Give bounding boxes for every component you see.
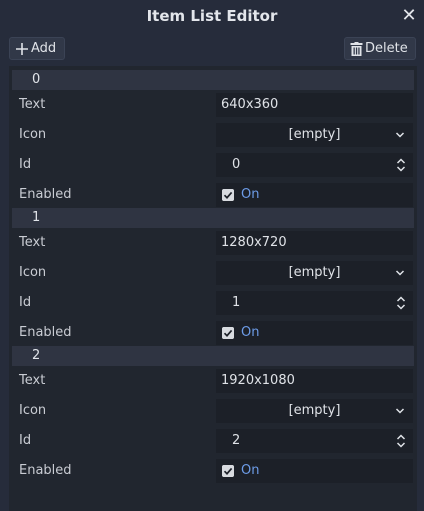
item-list-panel: 0 Text 640x360 Icon [empty] Id 0 Enabled… (9, 66, 417, 511)
icon-label: Icon (19, 265, 47, 280)
item-2-icon-value: [empty] (288, 403, 341, 418)
item-0-id-value: 0 (232, 157, 241, 172)
item-0-icon-value: [empty] (288, 127, 341, 142)
item-1-header[interactable]: 1 (12, 208, 414, 228)
icon-label: Icon (19, 403, 47, 418)
item-1-id-spinbox[interactable]: 1 (216, 291, 413, 315)
item-0-enabled-checkbox[interactable]: On (216, 183, 413, 207)
item-1-icon-row: Icon [empty] (9, 258, 417, 288)
item-1-enabled-checkbox[interactable]: On (216, 321, 413, 345)
item-2-enabled-checkbox[interactable]: On (216, 459, 413, 483)
chevron-down-icon (395, 270, 405, 276)
item-0-text-input[interactable]: 640x360 (216, 93, 413, 117)
icon-label: Icon (19, 127, 47, 142)
enabled-label: Enabled (19, 325, 72, 340)
item-1-id-value: 1 (232, 295, 241, 310)
id-label: Id (19, 157, 32, 172)
trash-icon (350, 41, 363, 56)
item-2-icon-row: Icon [empty] (9, 396, 417, 426)
checkbox-icon (222, 189, 234, 201)
window-title: Item List Editor (146, 7, 278, 25)
item-1-text-row: Text 1280x720 (9, 228, 417, 258)
item-2-text-row: Text 1920x1080 (9, 366, 417, 396)
add-button-label: Add (31, 41, 57, 56)
item-2-icon-select[interactable]: [empty] (216, 399, 413, 423)
chevron-down-icon (395, 408, 405, 414)
spinner-arrows-icon[interactable] (396, 157, 406, 173)
chevron-down-icon (395, 132, 405, 138)
close-icon[interactable]: ✕ (400, 6, 418, 26)
item-0-header[interactable]: 0 (12, 70, 414, 90)
id-label: Id (19, 433, 32, 448)
item-0-icon-select[interactable]: [empty] (216, 123, 413, 147)
item-0-enabled-value: On (241, 187, 260, 202)
item-0-id-spinbox[interactable]: 0 (216, 153, 413, 177)
plus-icon (16, 42, 28, 55)
delete-button[interactable]: Delete (344, 37, 416, 60)
spinner-arrows-icon[interactable] (396, 295, 406, 311)
item-2-id-value: 2 (232, 433, 241, 448)
item-2-header[interactable]: 2 (12, 346, 414, 366)
item-1-icon-select[interactable]: [empty] (216, 261, 413, 285)
item-1-text-input[interactable]: 1280x720 (216, 231, 413, 255)
enabled-label: Enabled (19, 187, 72, 202)
item-0-id-row: Id 0 (9, 150, 417, 180)
item-1-icon-value: [empty] (288, 265, 341, 280)
item-list-editor-window: Item List Editor ✕ Add Delete 0 Text 640… (0, 0, 424, 511)
item-0-text-row: Text 640x360 (9, 90, 417, 120)
text-label: Text (19, 235, 46, 250)
item-2-text-input[interactable]: 1920x1080 (216, 369, 413, 393)
item-1-id-row: Id 1 (9, 288, 417, 318)
item-2-id-spinbox[interactable]: 2 (216, 429, 413, 453)
spinner-arrows-icon[interactable] (396, 433, 406, 449)
text-label: Text (19, 97, 46, 112)
item-1-enabled-row: Enabled On (9, 318, 417, 348)
item-2-enabled-value: On (241, 463, 260, 478)
title-bar[interactable]: Item List Editor ✕ (0, 0, 424, 34)
add-button[interactable]: Add (9, 37, 65, 60)
toolbar: Add Delete (0, 34, 424, 64)
enabled-label: Enabled (19, 463, 72, 478)
item-1-enabled-value: On (241, 325, 260, 340)
id-label: Id (19, 295, 32, 310)
item-0-icon-row: Icon [empty] (9, 120, 417, 150)
text-label: Text (19, 373, 46, 388)
item-2-id-row: Id 2 (9, 426, 417, 456)
checkbox-icon (222, 327, 234, 339)
item-0-enabled-row: Enabled On (9, 180, 417, 210)
checkbox-icon (222, 465, 234, 477)
item-2-enabled-row: Enabled On (9, 456, 417, 486)
delete-button-label: Delete (365, 41, 408, 56)
